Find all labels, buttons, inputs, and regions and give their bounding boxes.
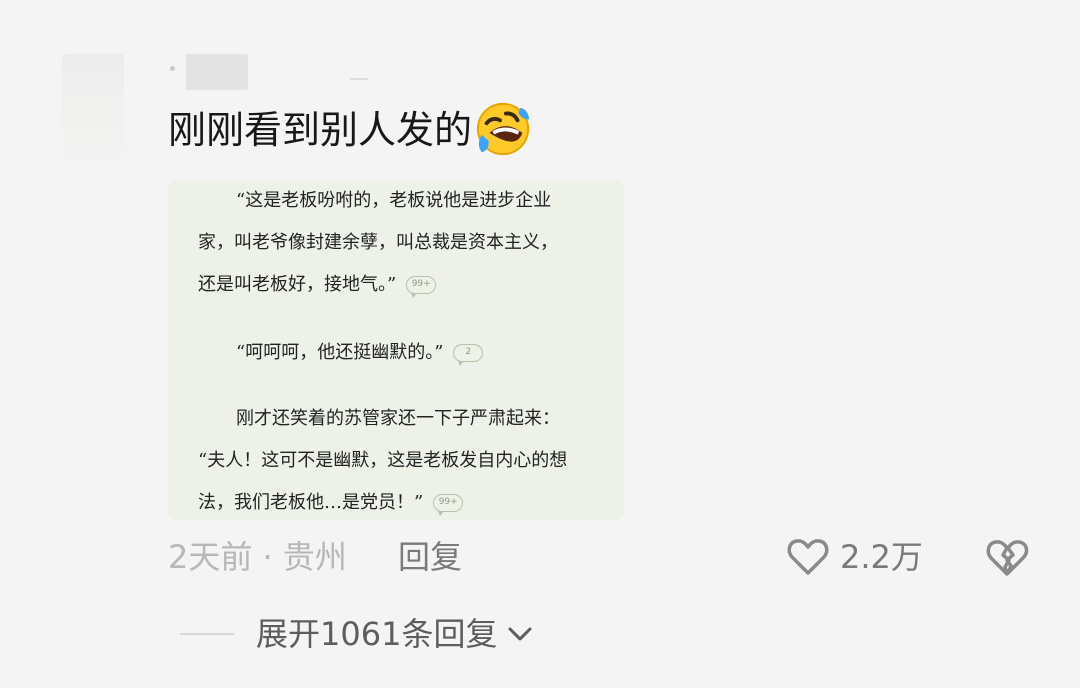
rolling-on-floor-laughing-emoji	[476, 102, 530, 155]
like-button[interactable]: 2.2万	[786, 530, 923, 584]
screenshot-line: 刚才还笑着的苏管家还一下子严肃起来：	[236, 408, 560, 429]
chevron-down-icon	[508, 627, 532, 641]
screenshot-line: “呵呵呵，他还挺幽默的。” 2	[236, 338, 484, 368]
comment-body: 刚刚看到别人发的	[168, 102, 532, 158]
comment-bubble-icon: 99+	[406, 276, 437, 298]
username-divider	[350, 78, 368, 80]
quoted-screenshot[interactable]: “这是老板吩咐的，老板说他是进步企业 家，叫老爷像封建余孽，叫总裁是资本主义， …	[168, 180, 624, 520]
like-count: 2.2万	[840, 538, 923, 576]
screenshot-line: “这是老板吩咐的，老板说他是进步企业	[236, 190, 552, 211]
screenshot-text: 法，我们老板他…是党员！”	[198, 492, 424, 513]
comment-bubble-icon: 2	[453, 344, 484, 366]
expand-replies-label: 展开1061条回复	[256, 615, 498, 653]
username-mark	[170, 66, 175, 71]
expand-divider	[180, 633, 234, 635]
screenshot-line: “夫人！这可不是幽默，这是老板发自内心的想	[198, 450, 568, 471]
screenshot-line: 还是叫老板好，接地气。” 99+	[198, 270, 437, 300]
expand-replies-button[interactable]: 展开1061条回复	[180, 606, 535, 662]
comment-text: 刚刚看到别人发的	[168, 108, 473, 152]
comment-time-location: 2天前 · 贵州	[168, 538, 347, 576]
broken-heart-icon[interactable]	[984, 534, 1030, 580]
screenshot-line: 法，我们老板他…是党员！” 99+	[198, 488, 464, 518]
avatar[interactable]	[62, 54, 124, 172]
heart-icon	[787, 539, 829, 575]
screenshot-text: 还是叫老板好，接地气。”	[198, 274, 397, 295]
reply-button[interactable]: 回复	[398, 530, 462, 584]
comment-bubble-icon: 99+	[433, 494, 464, 516]
username-redacted[interactable]	[186, 54, 248, 90]
previous-content-fragment: · ·	[530, 0, 605, 11]
screenshot-text: “呵呵呵，他还挺幽默的。”	[236, 342, 444, 363]
screenshot-line: 家，叫老爷像封建余孽，叫总裁是资本主义，	[198, 232, 558, 253]
